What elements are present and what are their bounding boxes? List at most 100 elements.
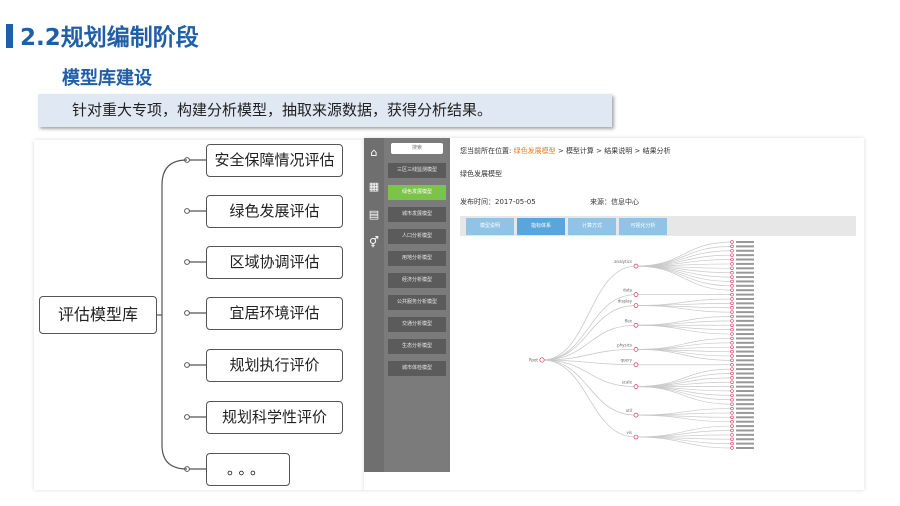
tree-leaf-label	[736, 302, 754, 305]
gender-icon[interactable]: ⚥	[367, 236, 381, 250]
tree-link	[635, 412, 733, 416]
tree-leaf-node	[730, 367, 734, 371]
grid-icon[interactable]: ▦	[367, 180, 381, 194]
tree-group-label: util	[626, 408, 632, 413]
tree-leaf-label	[736, 416, 754, 419]
tree-leaf-label	[736, 411, 754, 414]
menu-item[interactable]: 公共服务分析模型	[388, 295, 446, 310]
tree-leaf-label	[736, 420, 754, 423]
tree-group-node	[633, 412, 639, 418]
tree-leaf-node	[730, 253, 734, 257]
tree-link	[635, 338, 733, 350]
tree-group-label: vis	[626, 430, 632, 435]
tree-leaf-label	[736, 258, 754, 261]
tree-leaf-node	[730, 446, 734, 450]
breadcrumb-item[interactable]: 结果说明	[604, 147, 632, 155]
menu-item[interactable]: 城市体检模型	[388, 361, 446, 376]
document-icon[interactable]: ▤	[367, 208, 381, 222]
tree-leaf-label	[736, 271, 754, 274]
tree-leaf-node	[730, 428, 734, 433]
mindmap-node: 绿色发展评估	[206, 195, 343, 228]
breadcrumb-item[interactable]: 绿色发展模型	[514, 147, 556, 155]
menu-item[interactable]: 人口分析模型	[388, 229, 446, 244]
menu-item[interactable]: 城市发展模型	[388, 207, 446, 222]
tree-leaf-label	[736, 346, 754, 349]
menu-item[interactable]: 三区三线监测模型	[388, 163, 446, 178]
breadcrumb-item[interactable]: 结果分析	[643, 147, 671, 155]
tree-group-node	[633, 347, 639, 352]
tree-root-label: Root	[529, 358, 538, 363]
description-banner: 针对重大专项，构建分析模型，抽取来源数据，获得分析结果。	[38, 94, 612, 127]
tree-link	[541, 294, 637, 361]
tree-leaf-label	[736, 381, 754, 384]
breadcrumb-item[interactable]: 模型计算	[566, 147, 594, 155]
tree-group-node	[633, 322, 639, 328]
tree-leaf-node	[730, 336, 734, 341]
source-info: 来源：信息中心	[590, 198, 639, 206]
mindmap-spine	[161, 159, 188, 470]
tree-link	[635, 349, 733, 361]
tree-leaf-label	[736, 429, 754, 432]
tree-leaf-node	[730, 292, 734, 297]
icon-sidebar: ⌂ ▦ ▤ ⚥	[364, 138, 384, 472]
tree-leaf-label	[736, 359, 754, 362]
tree-leaf-node	[730, 349, 734, 354]
tree-leaf-node	[730, 275, 734, 279]
menu-item[interactable]: 经济分析模型	[388, 273, 446, 288]
mindmap-node: 规划执行评价	[206, 349, 343, 382]
breadcrumb: 您当前所在位置: 绿色发展模型 > 模型计算 > 结果说明 > 结果分析	[460, 147, 671, 155]
tree-leaf-label	[736, 254, 754, 257]
tab-indicator-system[interactable]: 指标体系	[517, 218, 565, 235]
tree-leaf-label	[736, 447, 754, 449]
tree-leaf-label	[736, 262, 754, 265]
tree-group-node	[633, 263, 639, 269]
tree-leaf-label	[736, 438, 754, 441]
mindmap-node: 。。。	[206, 453, 290, 486]
menu-item[interactable]: 用地分析模型	[388, 251, 446, 266]
tree-leaf-label	[736, 337, 754, 340]
tree-leaf-node	[730, 262, 734, 266]
tree-leaf-label	[736, 249, 754, 252]
tree-leaf-node	[730, 266, 734, 270]
tree-leaf-node	[730, 240, 734, 244]
tree-link	[541, 359, 637, 416]
tree-leaf-node	[730, 314, 734, 319]
tree-leaf-label	[736, 319, 754, 322]
tree-leaf-node	[730, 402, 734, 406]
tree-leaf-node	[730, 433, 734, 437]
tree-group-node	[633, 384, 639, 389]
menu-search-input[interactable]: 搜索	[391, 143, 443, 154]
model-title: 绿色发展模型	[460, 170, 502, 178]
publish-info: 发布时间：2017-05-05	[460, 198, 536, 206]
tree-leaf-node	[730, 244, 734, 249]
tree-link	[635, 346, 733, 350]
tree-link	[635, 436, 733, 449]
tree-link	[635, 254, 733, 267]
tree-leaf-node	[730, 389, 734, 393]
tree-visualization[interactable]: analytics data display flex physics query scal…	[460, 238, 760, 478]
menu-item[interactable]: 绿色发展模型	[388, 185, 446, 200]
tree-leaf-label	[736, 289, 754, 292]
tree-leaf-label	[736, 341, 754, 344]
tree-leaf-node	[730, 288, 734, 292]
tree-leaf-label	[736, 398, 754, 401]
tree-leaf-label	[736, 293, 754, 296]
tree-leaf-node	[730, 411, 734, 415]
tree-leaf-label	[736, 315, 754, 318]
tree-leaf-label	[736, 297, 754, 300]
publish-date: 2017-05-05	[495, 198, 536, 206]
tab-visual-analysis[interactable]: 可视化分析	[619, 218, 667, 235]
tree-leaf-label	[736, 390, 754, 393]
mindmap-node: 区域协调评估	[206, 246, 343, 279]
tab-model-description[interactable]: 模型说明	[466, 218, 514, 235]
tree-leaf-node	[730, 358, 734, 363]
tree-leaf-label	[736, 350, 754, 353]
tree-group-label: data	[623, 288, 633, 293]
home-icon[interactable]: ⌂	[367, 146, 381, 160]
tree-leaf-node	[730, 424, 734, 428]
menu-item[interactable]: 交通分析模型	[388, 317, 446, 332]
tree-leaf-node	[730, 437, 734, 441]
tab-calculation-method[interactable]: 计算方式	[568, 218, 616, 235]
menu-item[interactable]: 生态分析模型	[388, 339, 446, 354]
tree-leaf-node	[730, 415, 734, 420]
